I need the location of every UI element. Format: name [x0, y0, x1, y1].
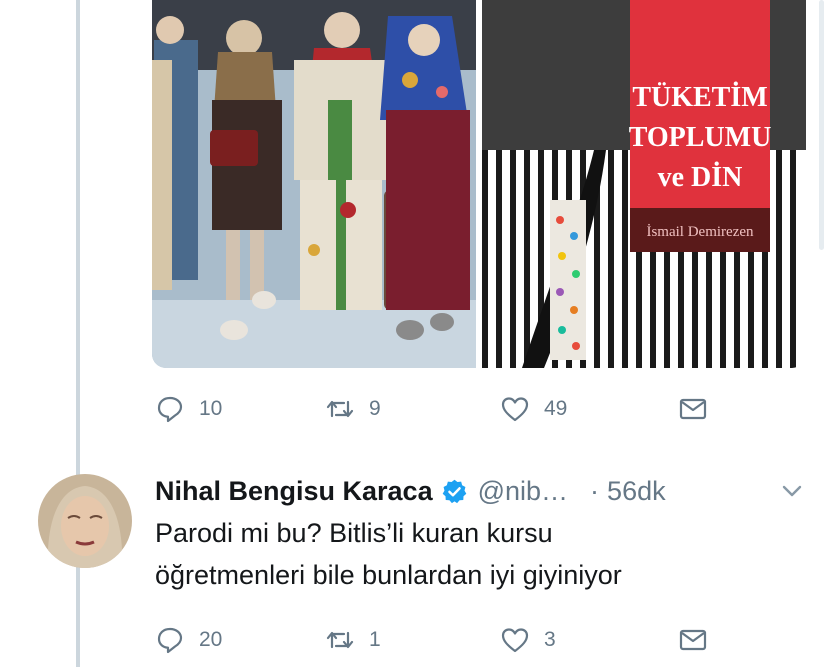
- retweet-icon: [326, 631, 354, 649]
- scrollbar[interactable]: [819, 0, 824, 250]
- author-handle[interactable]: @nib…: [478, 476, 568, 507]
- tweet-text-line-2: öğretmenleri bile bunlardan iyi giyiniyo…: [155, 560, 622, 590]
- timestamp[interactable]: 56dk: [607, 476, 666, 507]
- book-cover-image[interactable]: TÜKETİM TOPLUMU ve DİN İsmail Demirezen: [482, 0, 806, 368]
- like-count: 49: [544, 397, 568, 420]
- avatar[interactable]: [38, 474, 132, 568]
- reply-count: 20: [199, 628, 223, 651]
- reply-button[interactable]: 20: [155, 620, 222, 660]
- reply-icon: [157, 627, 183, 654]
- fashion-runway-photo[interactable]: [152, 0, 476, 368]
- reply-icon: [157, 396, 183, 423]
- verified-badge-icon: [442, 479, 466, 503]
- chevron-down-icon[interactable]: [780, 482, 804, 500]
- retweet-count: 9: [369, 397, 381, 420]
- like-count: 3: [544, 628, 556, 651]
- like-button[interactable]: 3: [500, 620, 556, 660]
- retweet-count: 1: [369, 628, 381, 651]
- heart-icon: [501, 397, 529, 422]
- tweet-media[interactable]: TÜKETİM TOPLUMU ve DİN İsmail Demirezen: [152, 0, 806, 368]
- retweet-button[interactable]: 9: [325, 389, 381, 429]
- tweet-text-line-1: Parodi mi bu? Bitlis’li kuran kursu: [155, 518, 553, 548]
- direct-message-button[interactable]: [678, 389, 708, 429]
- heart-icon: [501, 628, 529, 653]
- book-title-line-2: TOPLUMU: [629, 122, 772, 153]
- reply-button[interactable]: 10: [155, 389, 222, 429]
- tweet2-actions: 20 1 3: [155, 620, 715, 660]
- author-name[interactable]: Nihal Bengisu Karaca: [155, 476, 433, 507]
- like-button[interactable]: 49: [500, 389, 567, 429]
- book-title-line-1: TÜKETİM: [632, 82, 767, 113]
- retweet-button[interactable]: 1: [325, 620, 381, 660]
- book-author: İsmail Demirezen: [646, 224, 754, 240]
- tweet2-header: Nihal Bengisu Karaca @nib… · 56dk: [155, 473, 666, 509]
- reply-count: 10: [199, 397, 223, 420]
- tweet-text: Parodi mi bu? Bitlis’li kuran kursu öğre…: [155, 512, 795, 596]
- tweet1-actions: 10 9 49: [155, 389, 715, 429]
- envelope-icon: [679, 629, 707, 651]
- retweet-icon: [326, 400, 354, 418]
- envelope-icon: [679, 398, 707, 420]
- book-title-line-3: ve DİN: [658, 162, 743, 193]
- direct-message-button[interactable]: [678, 620, 708, 660]
- separator-dot: ·: [590, 475, 600, 506]
